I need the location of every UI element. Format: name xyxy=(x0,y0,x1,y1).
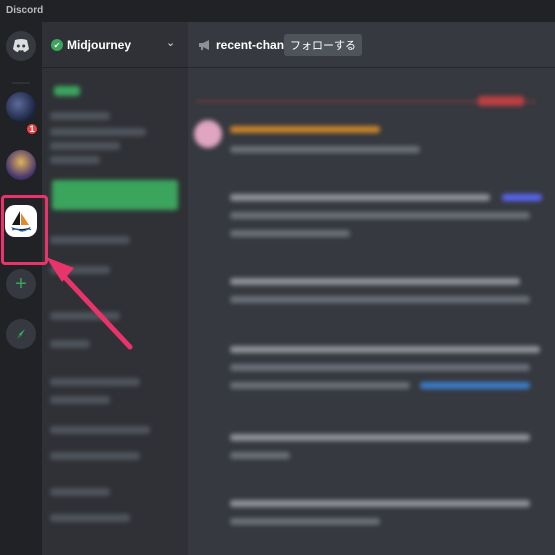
annotation-arrow-icon xyxy=(46,257,133,350)
